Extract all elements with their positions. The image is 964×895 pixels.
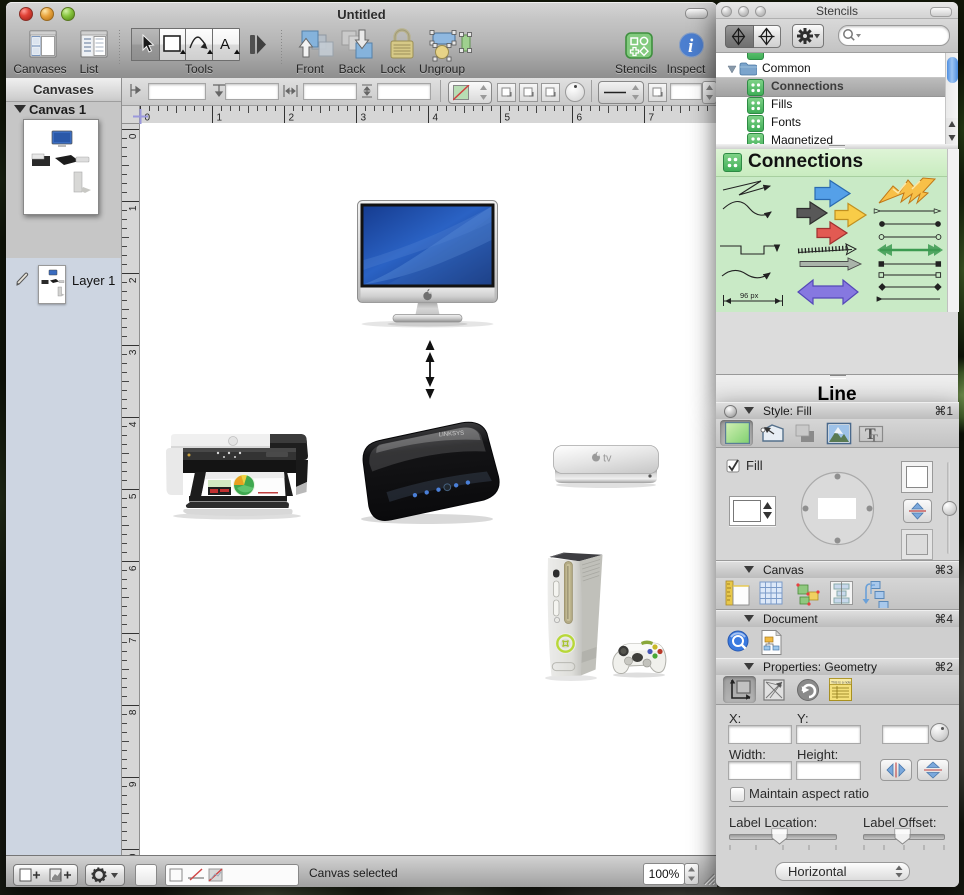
svg-text:0: 0 [128, 133, 139, 139]
svg-text:A: A [220, 36, 230, 53]
svg-text:6: 6 [128, 565, 139, 571]
svg-text:1: 1 [128, 205, 139, 211]
svg-text:4: 4 [128, 421, 139, 427]
svg-text:7: 7 [649, 113, 655, 124]
svg-text:6: 6 [577, 113, 583, 124]
svg-text:2: 2 [128, 277, 139, 283]
svg-text:T: T [870, 431, 878, 444]
svg-text:5: 5 [505, 113, 511, 124]
svg-text:3: 3 [361, 113, 367, 124]
svg-text:This is a note: This is a note [831, 681, 851, 685]
svg-text:2: 2 [289, 113, 295, 124]
svg-text:i: i [688, 36, 694, 57]
svg-text:96 px: 96 px [740, 291, 759, 300]
svg-text:5: 5 [128, 493, 139, 499]
svg-text:8: 8 [128, 709, 139, 715]
svg-text:tv: tv [603, 453, 612, 465]
svg-text:1: 1 [217, 113, 223, 124]
svg-text:9: 9 [128, 781, 139, 787]
svg-text:7: 7 [128, 637, 139, 643]
svg-text:3: 3 [128, 349, 139, 355]
svg-text:4: 4 [433, 113, 439, 124]
